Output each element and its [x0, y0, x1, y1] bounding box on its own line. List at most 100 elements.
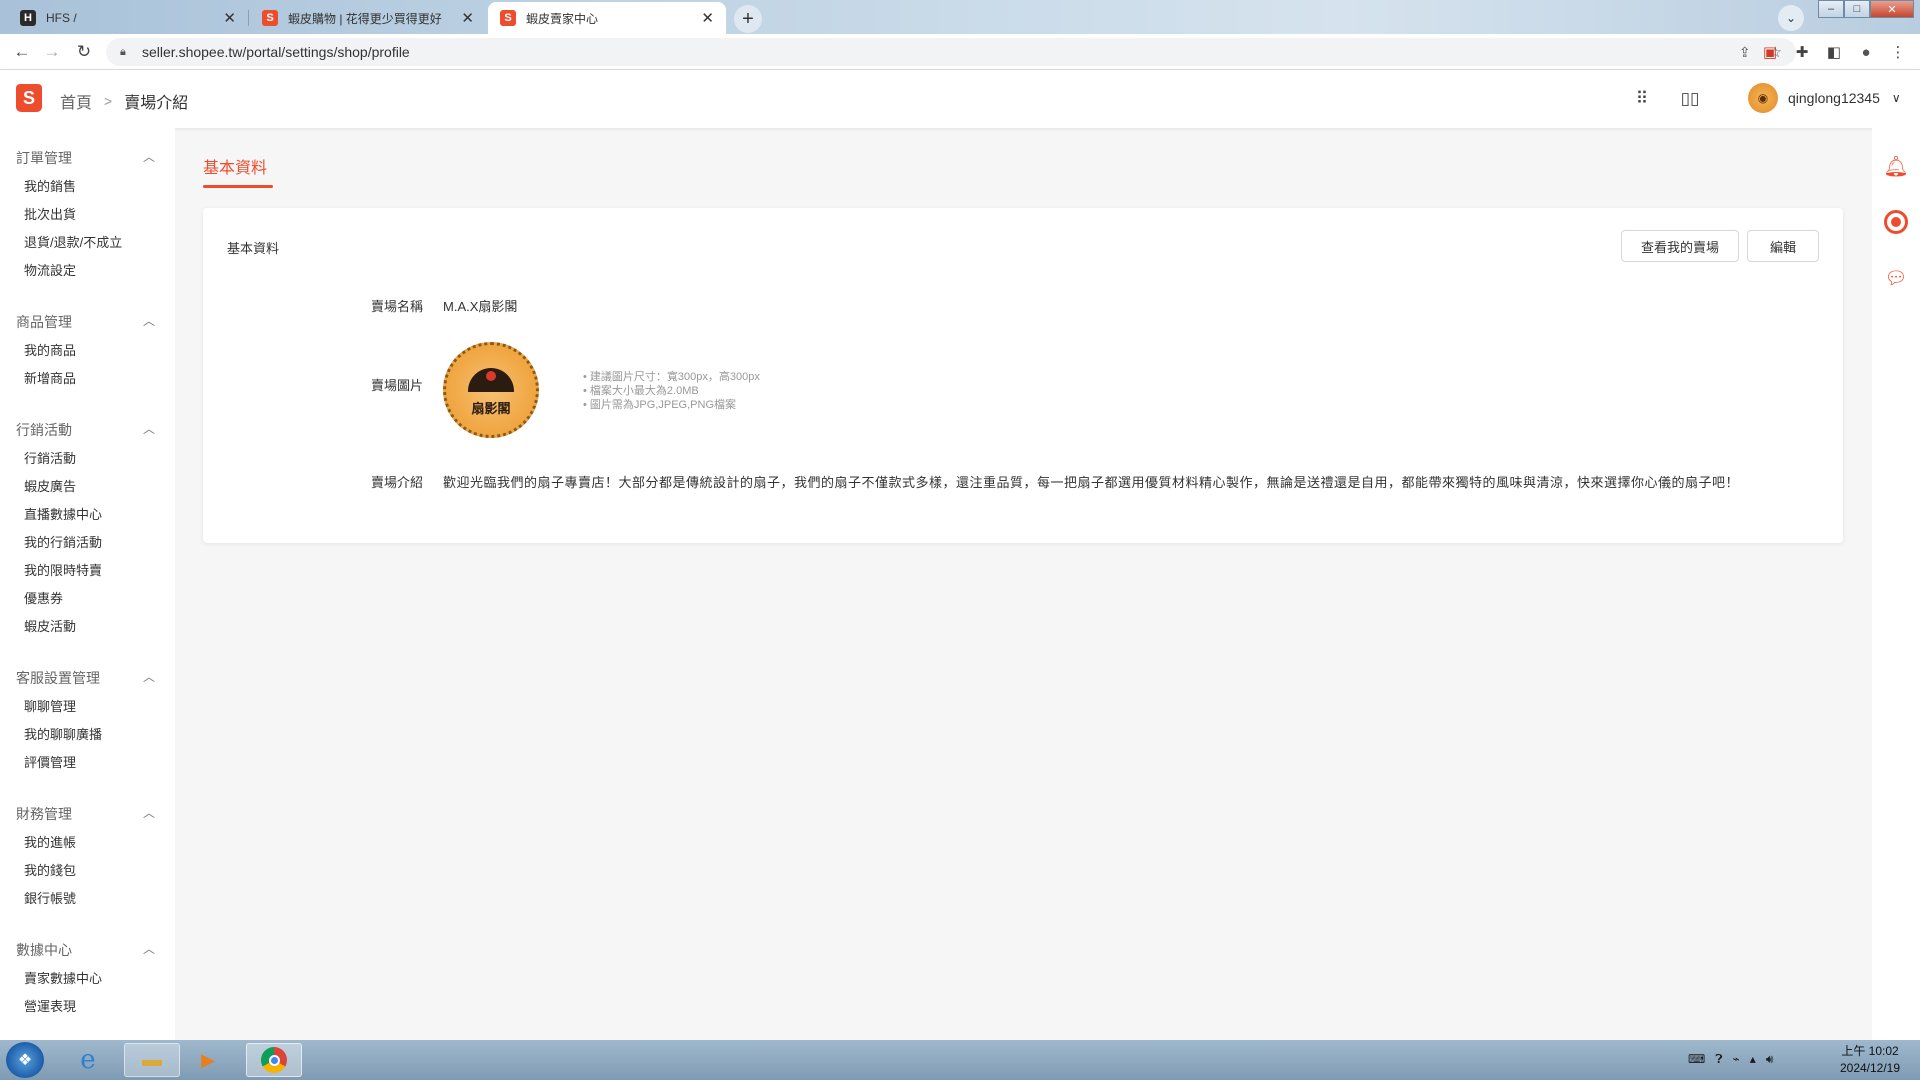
shop-name-label: 賣場名稱: [371, 299, 424, 314]
sidebar-item[interactable]: 我的進帳: [24, 832, 76, 851]
close-icon[interactable]: ✕: [701, 9, 714, 27]
card-title: 基本資料: [227, 241, 280, 256]
sidebar-item[interactable]: 我的銷售: [24, 176, 76, 195]
minimize-button[interactable]: –: [1818, 0, 1844, 18]
chrome-taskbar-icon[interactable]: [246, 1043, 302, 1077]
sidebar-item[interactable]: 直播數據中心: [24, 504, 102, 523]
sidebar-item[interactable]: 我的聊聊廣播: [24, 724, 102, 743]
tab-title: 蝦皮購物 | 花得更少買得更好: [288, 11, 442, 26]
network-icon[interactable]: ⌁: [1733, 1052, 1740, 1067]
close-icon[interactable]: ✕: [461, 9, 474, 27]
right-rail: 🔔︎ 💬︎: [1872, 128, 1920, 1040]
sidebar-item[interactable]: 賣家數據中心: [24, 968, 102, 987]
breadcrumb-home[interactable]: 首頁: [60, 89, 92, 113]
sidebar-item[interactable]: 評價管理: [24, 752, 76, 771]
sidebar-item[interactable]: 批次出貨: [24, 204, 76, 223]
sidebar-item[interactable]: 物流設定: [24, 260, 76, 279]
tab-basic-info[interactable]: 基本資料: [203, 154, 267, 178]
fan-emblem-icon: [468, 367, 514, 392]
shopee-logo-icon[interactable]: S: [16, 84, 42, 112]
chevron-up-icon[interactable]: ︿: [143, 312, 155, 329]
active-tab-indicator: [203, 185, 273, 188]
share-icon[interactable]: ⇪: [1739, 44, 1751, 61]
side-panel-icon[interactable]: ◧: [1822, 40, 1846, 64]
chevron-up-icon[interactable]: ︿: [143, 940, 155, 957]
sidebar-group-title[interactable]: 財務管理: [16, 804, 72, 824]
tray-expand-icon[interactable]: ▴: [1750, 1052, 1756, 1067]
sidebar-item[interactable]: 新增商品: [24, 368, 76, 387]
system-tray: ⌨ ❓︎ ⌁ ▴ 🔊︎: [1688, 1052, 1773, 1067]
clock-date: 2024/12/19: [1839, 1061, 1901, 1075]
tab-search-chevron-icon[interactable]: ⌄: [1778, 5, 1804, 31]
sidebar-item[interactable]: 蝦皮廣告: [24, 476, 76, 495]
chevron-up-icon[interactable]: ︿: [143, 804, 155, 821]
pdf-extension-icon[interactable]: ▣: [1758, 40, 1782, 64]
sidebar-item[interactable]: 銀行帳號: [24, 888, 76, 907]
sidebar-item[interactable]: 我的限時特賣: [24, 560, 102, 579]
sidebar-group-title[interactable]: 商品管理: [16, 312, 72, 332]
media-player-icon[interactable]: ▶: [186, 1044, 230, 1076]
customer-service-icon[interactable]: [1884, 210, 1908, 234]
sidebar-item[interactable]: 我的錢包: [24, 860, 76, 879]
browser-tab-seller-center[interactable]: S 蝦皮賣家中心 ✕: [488, 2, 726, 34]
help-icon[interactable]: ❓︎: [1715, 1052, 1722, 1067]
sidebar-item[interactable]: 聊聊管理: [24, 696, 76, 715]
sidebar-group-title[interactable]: 訂單管理: [16, 148, 72, 168]
chevron-up-icon[interactable]: ︿: [143, 420, 155, 437]
close-icon[interactable]: ✕: [223, 9, 236, 27]
sidebar-item[interactable]: 蝦皮活動: [24, 616, 76, 635]
new-tab-button[interactable]: +: [734, 5, 762, 33]
browser-tab-strip: H HFS / ✕ S 蝦皮購物 | 花得更少買得更好 ✕ S 蝦皮賣家中心 ✕…: [0, 0, 1920, 34]
apps-grid-icon[interactable]: ⠿: [1630, 87, 1654, 111]
internet-explorer-icon[interactable]: e: [66, 1044, 110, 1076]
edit-button[interactable]: 編輯: [1747, 230, 1819, 262]
profile-icon[interactable]: ●: [1854, 40, 1878, 64]
address-bar-row: ← → ↻ 🔒︎ seller.shopee.tw/portal/setting…: [0, 34, 1920, 70]
chevron-up-icon[interactable]: ︿: [143, 668, 155, 685]
image-tip: 圖片需為JPG,JPEG,PNG檔案: [583, 398, 760, 412]
clock-time: 上午 10:02: [1841, 1044, 1899, 1058]
image-tip: 檔案大小最大為2.0MB: [583, 384, 760, 398]
hfs-icon: H: [20, 10, 36, 26]
menu-kebab-icon[interactable]: ⋮: [1886, 40, 1910, 64]
breadcrumb-current: 賣場介紹: [124, 95, 189, 112]
sidebar-item[interactable]: 營運表現: [24, 996, 76, 1015]
tab-title: HFS /: [46, 11, 77, 25]
bell-icon[interactable]: 🔔︎: [1883, 154, 1908, 178]
volume-icon[interactable]: 🔊︎: [1766, 1052, 1774, 1067]
sidebar-item[interactable]: 我的行銷活動: [24, 532, 102, 551]
breadcrumb: 首頁 > 賣場介紹: [60, 89, 188, 113]
chevron-right-icon: >: [104, 93, 113, 109]
browser-tab-hfs[interactable]: H HFS / ✕: [8, 2, 248, 34]
book-icon[interactable]: ▯▯: [1678, 87, 1702, 111]
sidebar: 訂單管理 ︿ 我的銷售 批次出貨 退貨/退款/不成立 物流設定 商品管理 ︿ 我…: [0, 128, 175, 1040]
back-arrow-icon[interactable]: ←: [10, 40, 34, 64]
keyboard-icon[interactable]: ⌨: [1688, 1052, 1705, 1067]
chevron-up-icon[interactable]: ︿: [143, 148, 155, 165]
sidebar-group-title[interactable]: 客服設置管理: [16, 668, 100, 688]
maximize-button[interactable]: □: [1844, 0, 1870, 18]
clock[interactable]: 上午 10:02 2024/12/19: [1826, 1043, 1914, 1077]
extensions-puzzle-icon[interactable]: ✚: [1790, 40, 1814, 64]
browser-tab-shopee[interactable]: S 蝦皮購物 | 花得更少買得更好 ✕: [250, 2, 486, 34]
tab-separator: [248, 10, 249, 26]
sidebar-group-title[interactable]: 行銷活動: [16, 420, 72, 440]
sidebar-item[interactable]: 優惠券: [24, 588, 63, 607]
reload-icon[interactable]: ↻: [72, 40, 96, 64]
shop-logo-image: 扇影閣: [443, 342, 539, 438]
start-button[interactable]: ❖: [6, 1042, 44, 1078]
url-field[interactable]: 🔒︎ seller.shopee.tw/portal/settings/shop…: [106, 38, 1796, 66]
sidebar-item[interactable]: 行銷活動: [24, 448, 76, 467]
shopee-icon: S: [262, 10, 278, 26]
forward-arrow-icon[interactable]: →: [40, 40, 64, 64]
sidebar-item[interactable]: 退貨/退款/不成立: [24, 232, 122, 251]
close-window-button[interactable]: ✕: [1870, 0, 1914, 18]
view-my-shop-button[interactable]: 查看我的賣場: [1621, 230, 1739, 262]
sidebar-group-title[interactable]: 數據中心: [16, 940, 72, 960]
user-menu[interactable]: ◉ qinglong12345 ∨: [1748, 83, 1901, 113]
sidebar-item[interactable]: 我的商品: [24, 340, 76, 359]
file-explorer-icon[interactable]: ▬: [124, 1043, 180, 1077]
chat-icon[interactable]: 💬︎: [1884, 266, 1908, 290]
avatar: ◉: [1748, 83, 1778, 113]
chevron-down-icon: ∨: [1891, 91, 1901, 105]
